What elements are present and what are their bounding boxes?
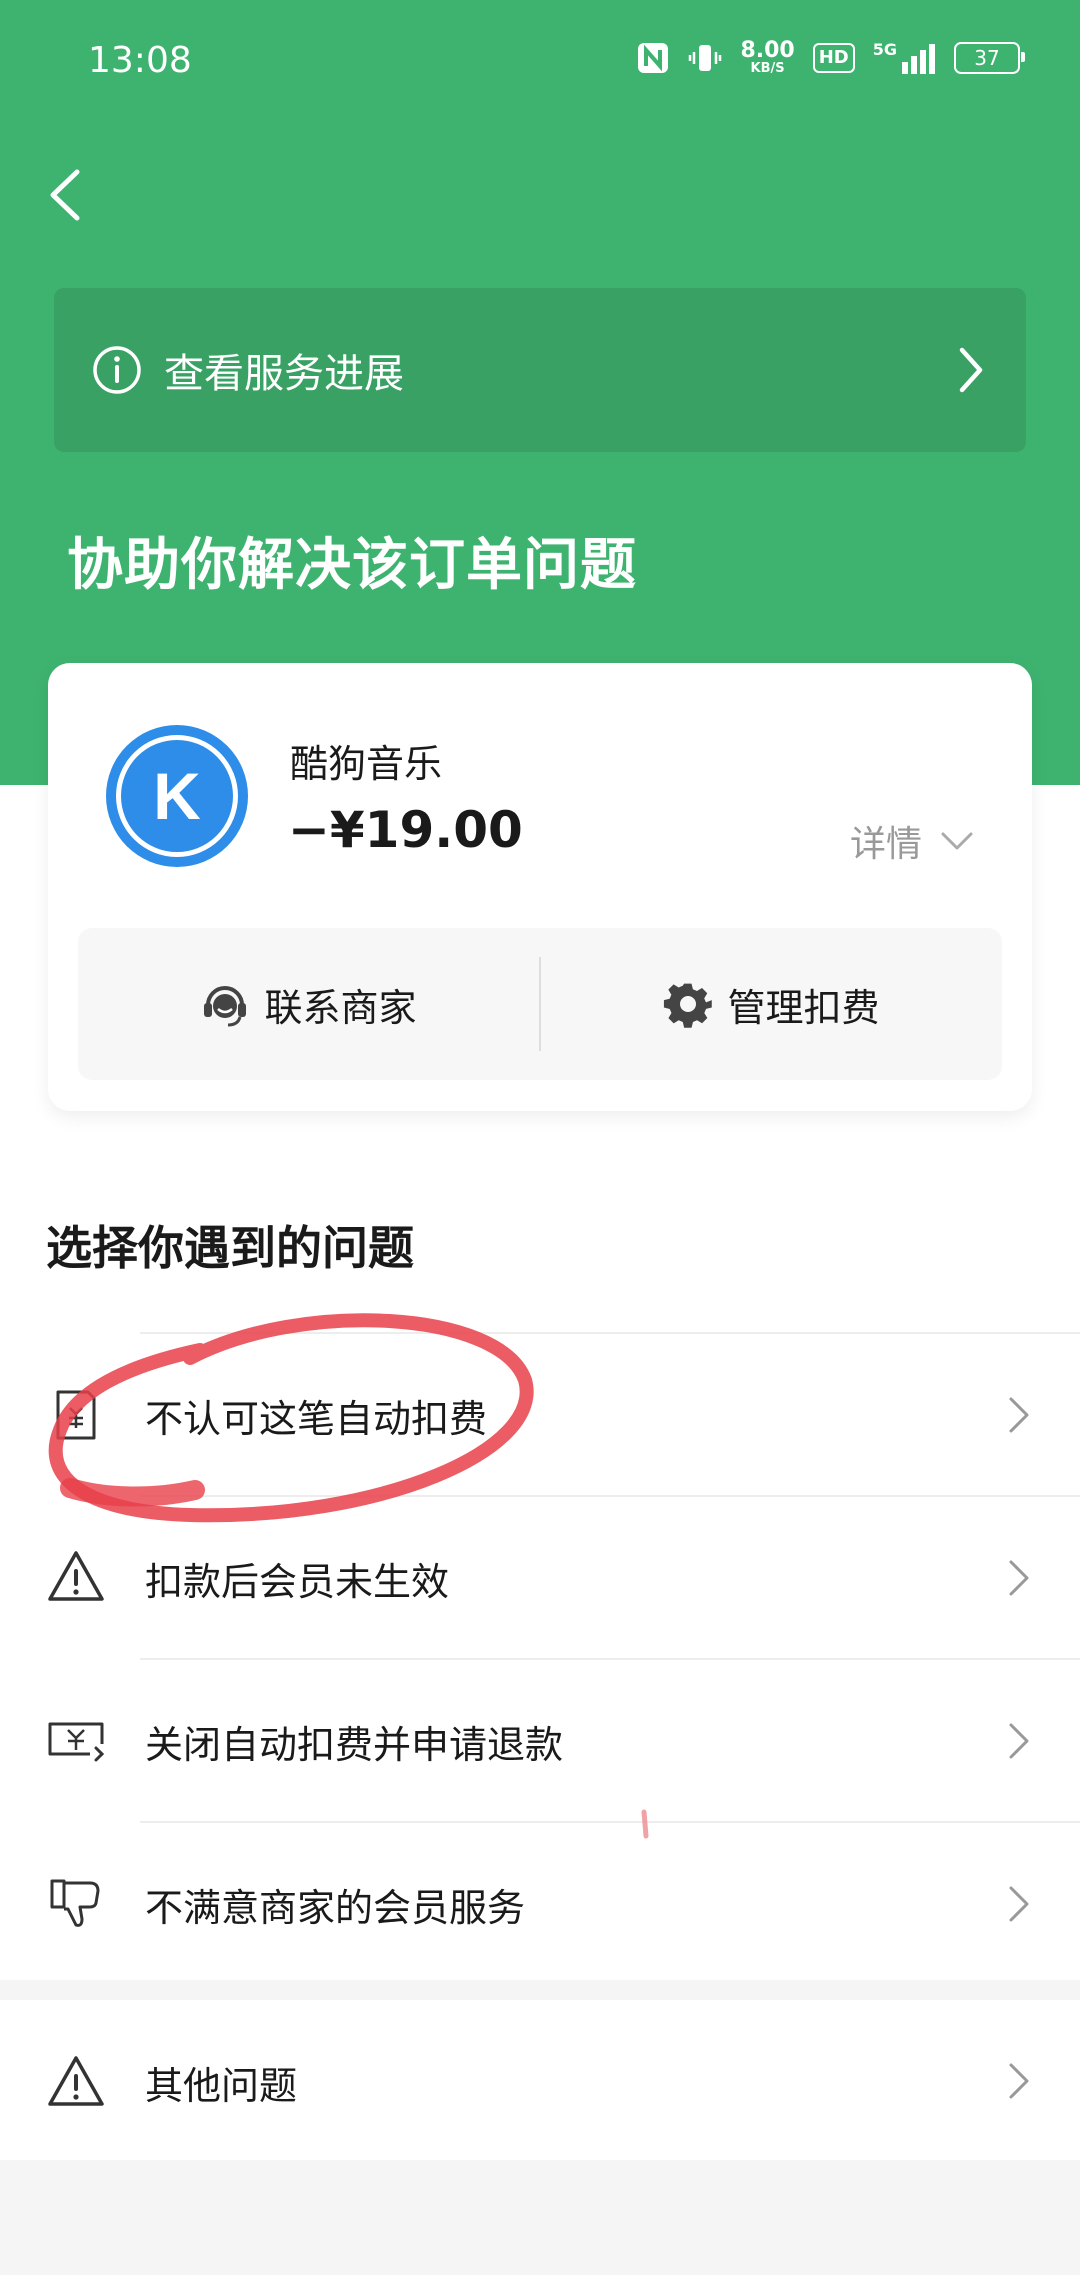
- issue-item-cancel-and-refund[interactable]: 关闭自动扣费并申请退款: [48, 1658, 1080, 1821]
- chevron-right-icon: [1009, 1397, 1029, 1433]
- status-icons: 8.00 KB/S HD 5G 37: [636, 38, 1025, 76]
- thumbs-down-icon: [50, 1879, 100, 1927]
- battery-icon: 37: [954, 41, 1025, 74]
- vibrate-icon: [689, 44, 722, 71]
- issue-list: 不认可这笔自动扣费 扣款后会员未生效 关闭自动扣费并申请退款 不满意商家的会员服…: [0, 1332, 1080, 1984]
- service-progress-banner[interactable]: 查看服务进展: [54, 288, 1026, 452]
- refund-icon: [48, 1722, 105, 1762]
- charge-amount: −¥19.00: [288, 801, 523, 859]
- order-actions: 联系商家 管理扣费: [78, 928, 1002, 1080]
- page-title: 协助你解决该订单问题: [67, 533, 637, 598]
- signal-icon: 5G: [872, 39, 936, 74]
- chevron-right-icon: [1009, 1723, 1029, 1759]
- issue-label: 关闭自动扣费并申请退款: [145, 1723, 564, 1767]
- back-button[interactable]: [40, 160, 90, 230]
- network-speed: 8.00 KB/S: [740, 38, 795, 76]
- chevron-right-icon: [1009, 1560, 1029, 1596]
- headset-icon: [204, 986, 247, 1027]
- issue-item-membership-not-active[interactable]: 扣款后会员未生效: [48, 1495, 1080, 1658]
- nfc-icon: [638, 42, 669, 73]
- contact-merchant-button[interactable]: 联系商家: [78, 928, 539, 1080]
- contact-merchant-label: 联系商家: [264, 985, 417, 1030]
- manage-charges-button[interactable]: 管理扣费: [541, 928, 1002, 1080]
- details-toggle[interactable]: 详情: [850, 815, 974, 867]
- other-issues-block: 其他问题: [0, 2000, 1080, 2160]
- warning-icon: [48, 1551, 104, 1601]
- merchant-logo-letter: K: [116, 735, 238, 857]
- chevron-right-icon: [959, 347, 983, 393]
- chevron-right-icon: [1009, 2063, 1029, 2099]
- status-bar: 13:08 8.00 KB/S HD 5G 37: [0, 0, 1080, 120]
- issue-label: 扣款后会员未生效: [145, 1560, 450, 1604]
- status-time: 13:08: [88, 40, 192, 81]
- network-speed-value: 8.00: [740, 38, 795, 63]
- issue-item-unsatisfied-service[interactable]: 不满意商家的会员服务: [50, 1821, 1080, 1984]
- details-label: 详情: [849, 824, 922, 865]
- manage-charges-label: 管理扣费: [727, 985, 880, 1030]
- network-speed-unit: KB/S: [750, 61, 785, 76]
- issue-label: 其他问题: [145, 2064, 298, 2108]
- warning-icon: [48, 2056, 104, 2106]
- battery-level: 37: [974, 45, 1000, 70]
- back-arrow-icon: [50, 169, 80, 221]
- issue-item-other[interactable]: 其他问题: [0, 2000, 1080, 2160]
- receipt-icon: [56, 1390, 96, 1440]
- info-icon: [93, 346, 141, 394]
- issues-section-title: 选择你遇到的问题: [46, 1221, 414, 1275]
- signal-label: 5G: [872, 39, 897, 59]
- merchant-logo: K: [106, 725, 248, 867]
- order-card: K 酷狗音乐 −¥19.00 详情 联系商家 管理扣费: [48, 663, 1032, 1111]
- merchant-name: 酷狗音乐: [290, 742, 443, 786]
- hd-badge: HD: [812, 42, 855, 73]
- chevron-right-icon: [1009, 1886, 1029, 1922]
- issue-label: 不认可这笔自动扣费: [145, 1397, 488, 1441]
- chevron-down-icon: [941, 832, 973, 850]
- issue-label: 不满意商家的会员服务: [145, 1886, 526, 1930]
- signal-bars-icon: [902, 43, 935, 74]
- issue-item-unauthorized-charge[interactable]: 不认可这笔自动扣费: [56, 1332, 1080, 1495]
- service-progress-label: 查看服务进展: [164, 351, 404, 397]
- gear-icon: [664, 983, 713, 1028]
